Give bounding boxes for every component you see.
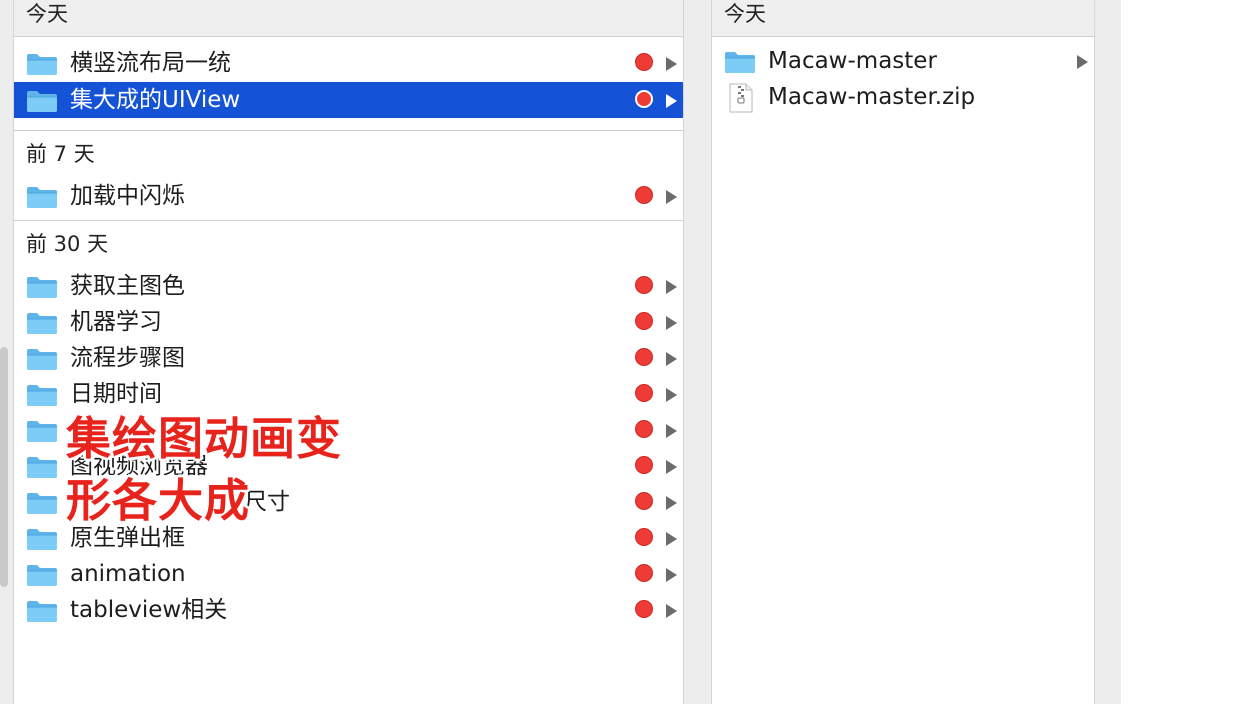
list-item-folder[interactable]: 获取主图色 [14, 268, 683, 304]
red-tag-icon [635, 456, 653, 474]
disclosure-arrow-icon [1077, 55, 1088, 69]
folder-icon [26, 383, 58, 407]
folder-icon [26, 347, 58, 371]
column-gutter-middle [684, 0, 711, 704]
red-tag-icon [635, 528, 653, 546]
list-item-folder-selected[interactable]: 集大成的UIView [14, 82, 683, 118]
list-item-folder[interactable]: 横竖流布局一统 [14, 45, 683, 81]
disclosure-arrow-icon [666, 388, 677, 402]
item-label: 加载中闪烁 [70, 183, 185, 209]
item-label: tableview相关 [70, 597, 228, 623]
section-header-today: 今天 [712, 0, 1094, 37]
folder-icon [26, 89, 58, 113]
folder-icon [26, 527, 58, 551]
disclosure-arrow-icon [666, 57, 677, 71]
folder-icon [26, 563, 58, 587]
disclosure-arrow-icon [666, 460, 677, 474]
disclosure-arrow-icon [666, 604, 677, 618]
item-label: 集大成的UIView [70, 87, 241, 113]
finder-column-1: 今天 横竖流布局一统 集大成的UIView 前 7 天 加载中闪烁 前 30 天… [13, 0, 684, 704]
list-item-file[interactable]: Macaw-master.zip [712, 79, 1094, 115]
section-header-today: 今天 [14, 0, 683, 37]
folder-icon [724, 50, 756, 74]
folder-icon [26, 185, 58, 209]
column-gutter-right [1095, 0, 1121, 704]
red-tag-icon [635, 384, 653, 402]
list-item-folder[interactable]: Macaw-master [712, 43, 1094, 79]
folder-icon [26, 311, 58, 335]
red-tag-icon [635, 564, 653, 582]
overlay-caption-line1: 集绘图动画变 [66, 412, 343, 465]
list-item-folder[interactable]: animation [14, 556, 683, 592]
disclosure-arrow-icon [666, 316, 677, 330]
list-item-folder[interactable]: tableview相关 [14, 592, 683, 628]
scrollbar-thumb[interactable] [0, 347, 8, 587]
list-item-folder[interactable]: 加载中闪烁 [14, 178, 683, 214]
disclosure-arrow-icon [666, 352, 677, 366]
red-tag-icon [635, 420, 653, 438]
list-item-folder[interactable]: 流程步骤图 [14, 340, 683, 376]
disclosure-arrow-icon [666, 94, 677, 108]
red-tag-icon [635, 186, 653, 204]
disclosure-arrow-icon [666, 532, 677, 546]
red-tag-icon [635, 90, 653, 108]
disclosure-arrow-icon [666, 496, 677, 510]
folder-icon [26, 419, 58, 443]
folder-icon [26, 275, 58, 299]
red-tag-icon [635, 53, 653, 71]
disclosure-arrow-icon [666, 568, 677, 582]
finder-column-2: 今天 Macaw-master Macaw-master.zip [711, 0, 1095, 704]
item-label: Macaw-master.zip [768, 84, 976, 110]
section-header-7days: 前 7 天 [14, 130, 683, 176]
folder-icon [26, 599, 58, 623]
item-label: Macaw-master [768, 48, 937, 74]
disclosure-arrow-icon [666, 424, 677, 438]
item-label: 尺寸 [244, 489, 290, 515]
red-tag-icon [635, 492, 653, 510]
zip-file-icon [729, 83, 753, 113]
folder-icon [26, 52, 58, 76]
disclosure-arrow-icon [666, 190, 677, 204]
folder-icon [26, 455, 58, 479]
red-tag-icon [635, 276, 653, 294]
item-label: 横竖流布局一统 [70, 50, 231, 76]
red-tag-icon [635, 312, 653, 330]
red-tag-icon [635, 348, 653, 366]
item-label: 获取主图色 [70, 273, 185, 299]
item-label: 机器学习 [70, 309, 162, 335]
red-tag-icon [635, 600, 653, 618]
item-label: animation [70, 561, 186, 587]
item-label: 流程步骤图 [70, 345, 185, 371]
list-item-folder[interactable]: 机器学习 [14, 304, 683, 340]
section-header-30days: 前 30 天 [14, 220, 683, 266]
overlay-caption-line2: 形各大成 [66, 474, 251, 527]
folder-icon [26, 491, 58, 515]
disclosure-arrow-icon [666, 280, 677, 294]
